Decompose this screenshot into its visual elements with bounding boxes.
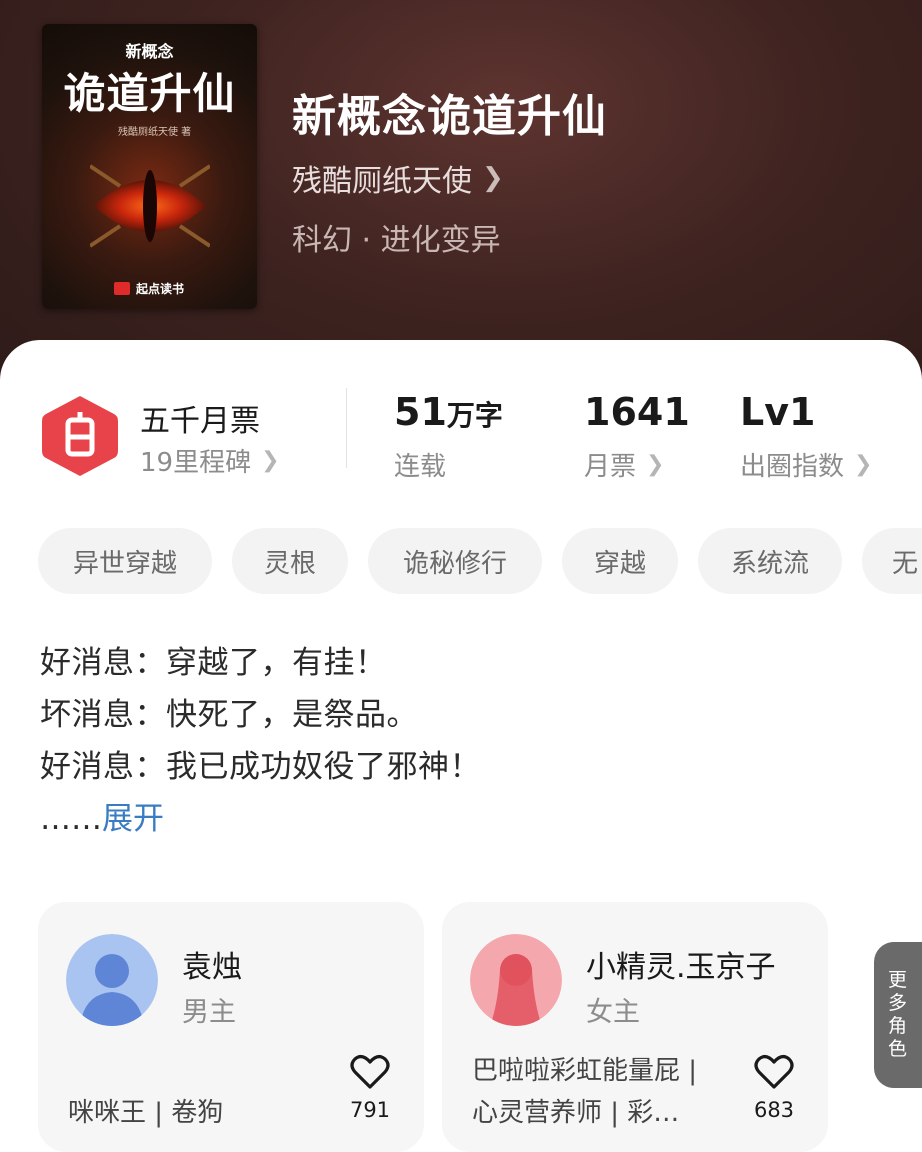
character-desc: 心灵营养师 | 彩… <box>472 1098 680 1128</box>
heart-outline-icon[interactable] <box>754 1054 794 1090</box>
tag-chip[interactable]: 诡秘修行 <box>368 528 542 594</box>
tag-chip[interactable]: 穿越 <box>562 528 678 594</box>
chevron-right-icon: ❯ <box>482 163 504 193</box>
monthly-tickets-link[interactable]: 月票 ❯ <box>584 446 664 483</box>
tag-chip[interactable]: 异世穿越 <box>38 528 212 594</box>
chevron-right-icon: ❯ <box>646 452 665 477</box>
influence-link[interactable]: 出圈指数 ❯ <box>740 446 872 483</box>
female-avatar-icon <box>470 934 562 1026</box>
book-genre: 科幻 · 进化变异 <box>292 223 501 258</box>
milestone-badge-icon[interactable] <box>40 394 120 478</box>
word-count-value: 51 <box>394 390 447 434</box>
cover-publisher: 起点读书 <box>114 280 184 297</box>
character-role: 女主 <box>586 997 640 1028</box>
cover-title: 诡道升仙 <box>63 69 236 118</box>
like-count: 791 <box>349 1098 391 1122</box>
author-name: 残酷厕纸天使 <box>292 164 472 199</box>
chevron-right-icon: ❯ <box>854 452 873 477</box>
cover-series: 新概念 <box>125 42 174 61</box>
character-desc: 巴啦啦彩虹能量屁 | <box>472 1056 698 1086</box>
influence-label: 出圈指数 <box>740 452 845 482</box>
publisher-logo-icon <box>114 282 130 295</box>
male-avatar-icon <box>66 934 158 1026</box>
heart-outline-icon[interactable] <box>350 1054 390 1090</box>
more-roles-button[interactable]: 更多角色 <box>874 942 922 1088</box>
character-role: 男主 <box>182 997 236 1028</box>
serial-status: 连载 <box>394 452 447 482</box>
description-ellipsis: …… <box>40 801 102 837</box>
chevron-right-icon: ❯ <box>261 448 280 473</box>
tag-chip[interactable]: 系统流 <box>698 528 842 594</box>
character-desc: 咪咪王 | 卷狗 <box>68 1098 224 1128</box>
character-card[interactable]: 小精灵.玉京子 女主 巴啦啦彩虹能量屁 | 心灵营养师 | 彩… 683 <box>442 902 828 1152</box>
milestone-title: 五千月票 <box>140 404 260 439</box>
word-count: 51万字 <box>394 390 503 434</box>
milestone-count: 19里程碑 <box>140 448 252 478</box>
tag-chip[interactable]: 灵根 <box>232 528 348 594</box>
description-line: 好消息：穿越了，有挂！ <box>40 645 387 681</box>
stats-divider <box>346 388 347 468</box>
cover-author: 残酷厕纸天使 著 <box>118 127 192 138</box>
author-link[interactable]: 残酷厕纸天使 ❯ <box>292 156 504 200</box>
book-cover[interactable]: 新概念 诡道升仙 残酷厕纸天使 著 起点读书 <box>42 24 257 309</box>
character-name: 袁烛 <box>182 950 242 985</box>
monthly-tickets-label: 月票 <box>584 452 637 482</box>
character-card[interactable]: 袁烛 男主 咪咪王 | 卷狗 791 <box>38 902 424 1152</box>
dragon-eye-illustration <box>90 164 210 248</box>
more-roles-label: 更多角色 <box>888 969 908 1060</box>
monthly-tickets-value: 1641 <box>584 390 690 434</box>
character-name: 小精灵.玉京子 <box>586 950 776 985</box>
influence-value: Lv1 <box>740 390 816 434</box>
tag-chip[interactable]: 无 <box>862 528 922 594</box>
milestone-link[interactable]: 19里程碑 ❯ <box>140 442 280 479</box>
description-line: 坏消息：快死了，是祭品。 <box>40 697 418 733</box>
expand-link[interactable]: 展开 <box>102 801 164 837</box>
description-line: 好消息：我已成功奴役了邪神！ <box>40 749 481 785</box>
book-title: 新概念诡道升仙 <box>292 91 607 142</box>
word-count-unit: 万字 <box>446 399 503 432</box>
description-expand[interactable]: ……展开 <box>40 793 164 838</box>
like-count: 683 <box>753 1098 795 1122</box>
